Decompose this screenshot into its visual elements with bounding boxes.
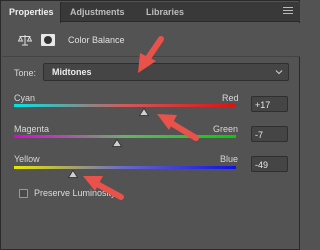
cyan-red-slider-thumb[interactable] xyxy=(139,108,149,116)
magenta-green-slider-thumb[interactable] xyxy=(112,139,122,147)
layer-mask-icon[interactable] xyxy=(41,34,55,46)
tone-label: Tone: xyxy=(14,68,37,78)
tab-libraries[interactable]: Libraries xyxy=(146,2,184,22)
slider-green-label: Green xyxy=(213,124,239,134)
slider-yellow-label: Yellow xyxy=(14,154,40,164)
tab-properties[interactable]: Properties xyxy=(2,2,61,23)
magenta-green-slider-track[interactable] xyxy=(14,135,236,138)
yellow-blue-value: -49 xyxy=(255,160,269,170)
properties-panel: Properties Adjustments Libraries Color B… xyxy=(0,0,300,250)
preserve-luminosity-checkbox[interactable] xyxy=(19,189,28,198)
tab-adjustments[interactable]: Adjustments xyxy=(70,2,125,22)
slider-magenta-label: Magenta xyxy=(14,124,50,134)
magenta-green-value-field[interactable]: -7 xyxy=(251,126,288,142)
panel-menu-icon[interactable] xyxy=(283,7,293,16)
cyan-red-value-field[interactable]: +17 xyxy=(251,96,288,112)
slider-red-label: Red xyxy=(222,93,239,103)
yellow-blue-value-field[interactable]: -49 xyxy=(251,156,288,172)
balance-scale-icon xyxy=(18,35,32,46)
yellow-blue-slider-thumb[interactable] xyxy=(68,170,78,178)
cyan-red-slider-track[interactable] xyxy=(14,104,236,107)
adjustment-header: Color Balance xyxy=(2,23,300,57)
cyan-red-value: +17 xyxy=(255,100,271,110)
slider-blue-label: Blue xyxy=(220,154,239,164)
chevron-down-icon xyxy=(275,70,283,75)
tone-select[interactable]: Midtones xyxy=(43,63,289,81)
yellow-blue-slider-track[interactable] xyxy=(14,166,236,169)
preserve-luminosity-label[interactable]: Preserve Luminosity xyxy=(34,188,116,198)
tone-selected-value: Midtones xyxy=(52,67,92,77)
magenta-green-value: -7 xyxy=(255,130,264,140)
slider-cyan-label: Cyan xyxy=(14,93,36,103)
panel-tab-bar: Properties Adjustments Libraries xyxy=(2,2,300,23)
adjustment-title: Color Balance xyxy=(68,35,125,45)
